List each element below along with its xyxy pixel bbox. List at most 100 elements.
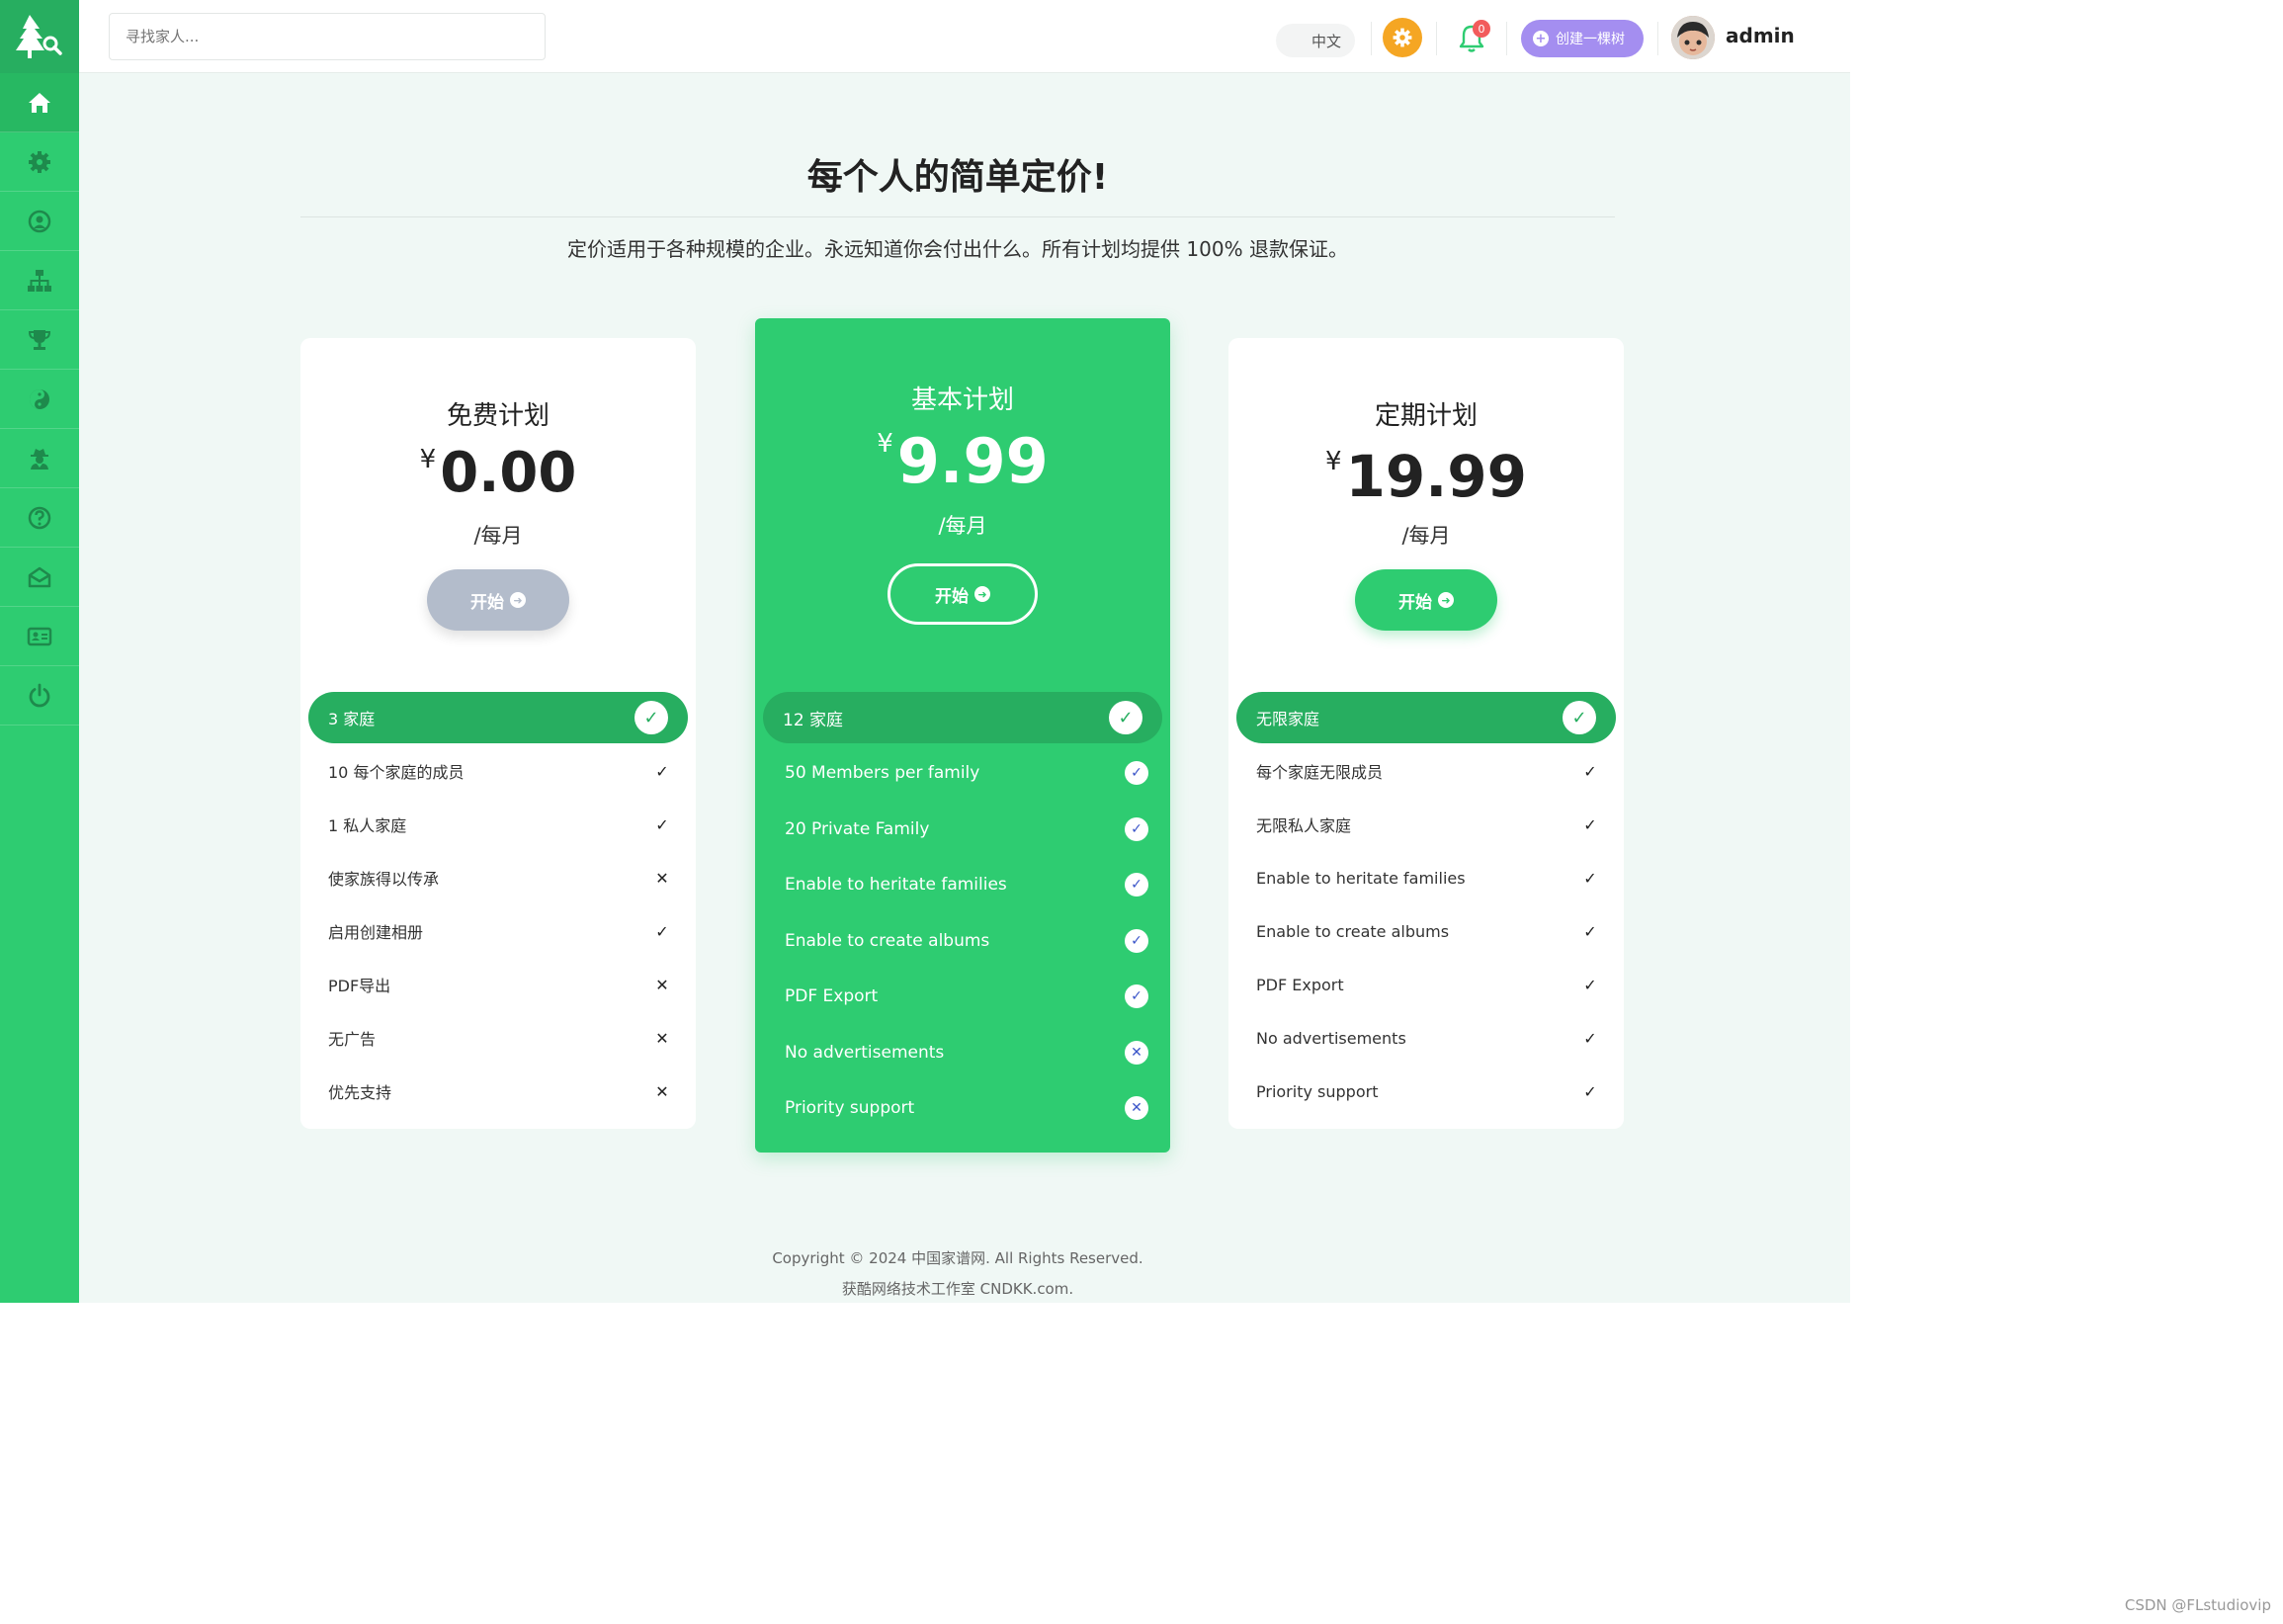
question-icon: [28, 506, 51, 529]
feature-row: Priority support ✓: [1228, 1073, 1624, 1109]
check-icon: ✓: [1583, 921, 1597, 941]
check-icon: ✓: [655, 814, 669, 834]
feature-label: No advertisements: [785, 1043, 945, 1063]
start-button[interactable]: 开始 ➜: [888, 563, 1038, 625]
feature-label: 每个家庭无限成员: [1256, 763, 1384, 782]
feature-label: Enable to create albums: [1256, 921, 1450, 941]
feature-label: Enable to heritate families: [785, 875, 1007, 895]
cross-circle-icon: ✕: [1125, 1041, 1148, 1065]
pricing-card-free: 免费计划 ¥0.00 /每月 开始 ➜ 3 家庭 ✓ 10 每个家庭的成员 ✓ 1 私…: [300, 338, 696, 1129]
feature-label: PDF Export: [785, 986, 879, 1006]
language-switcher[interactable]: 中文: [1276, 24, 1355, 57]
plan-price: ¥19.99: [1228, 443, 1624, 510]
pricing-card-basic: 基本计划 ¥9.99 /每月 开始 ➜ 12 家庭 ✓ 50 Members per…: [755, 318, 1170, 1153]
create-tree-button[interactable]: + 创建一棵树: [1521, 20, 1644, 57]
feature-row: 1 私人家庭 ✓: [300, 807, 696, 842]
sidebar-item-profile[interactable]: [0, 192, 79, 251]
sidebar-item-home[interactable]: [0, 73, 79, 132]
start-label: 开始: [1398, 592, 1432, 613]
check-circle-icon: ✓: [634, 701, 668, 734]
feature-label: Priority support: [1256, 1081, 1379, 1101]
feature-label: Priority support: [785, 1098, 915, 1118]
feature-row: Priority support ✕: [755, 1088, 1170, 1128]
price-value: 0.00: [440, 441, 577, 505]
sidebar-item-balance[interactable]: [0, 370, 79, 429]
plan-name: 基本计划: [910, 385, 1014, 415]
username[interactable]: admin: [1726, 24, 1795, 47]
footer-credit[interactable]: 获酷网络技术工作室 CNDKK.com.: [300, 1278, 1615, 1299]
feature-label: 12 家庭: [783, 710, 844, 730]
start-label: 开始: [470, 592, 504, 613]
pricing-card-regular: 定期计划 ¥19.99 /每月 开始 ➜ 无限家庭 ✓ 每个家庭无限成员 ✓ 无限私人…: [1228, 338, 1624, 1129]
start-button[interactable]: 开始 ➜: [1355, 569, 1497, 631]
sidebar-item-awards[interactable]: [0, 310, 79, 370]
cross-icon: ✕: [655, 868, 669, 888]
tree-search-logo-icon: [16, 15, 62, 58]
feature-row: PDF导出 ✕: [300, 967, 696, 1002]
divider: [1436, 22, 1437, 55]
check-circle-icon: ✓: [1109, 701, 1142, 734]
search-input[interactable]: [109, 13, 546, 60]
app-frame: 中文 0 + 创建一棵树 admin 每个人的简单定价! 定价适用于各种规模的企: [0, 0, 1850, 1303]
check-icon: ✓: [1583, 975, 1597, 994]
feature-row: PDF Export ✓: [755, 977, 1170, 1016]
plan-price: ¥0.00: [300, 441, 696, 505]
check-icon: ✓: [1583, 761, 1597, 781]
sidebar-item-contacts[interactable]: [0, 607, 79, 666]
plus-icon: +: [1533, 31, 1549, 46]
logo[interactable]: [0, 0, 79, 73]
feature-label: No advertisements: [1256, 1028, 1406, 1048]
sidebar-item-logout[interactable]: [0, 666, 79, 726]
sidebar-item-messages[interactable]: [0, 548, 79, 607]
feature-row: Enable to heritate families ✓: [1228, 860, 1624, 896]
divider: [1657, 22, 1658, 55]
feature-row: Enable to create albums ✓: [755, 921, 1170, 961]
id-card-icon: [27, 627, 52, 645]
plan-name: 定期计划: [1374, 401, 1478, 431]
feature-label: 3 家庭: [328, 710, 376, 728]
check-circle-icon: ✓: [1125, 929, 1148, 953]
arrow-circle-right-icon: ➜: [1438, 592, 1454, 608]
check-icon: ✓: [1583, 1081, 1597, 1101]
start-button[interactable]: 开始 ➜: [427, 569, 569, 631]
feature-row: 使家族得以传承 ✕: [300, 860, 696, 896]
start-label: 开始: [935, 586, 969, 607]
check-icon: ✓: [1583, 868, 1597, 888]
feature-label: 10 每个家庭的成员: [328, 763, 465, 782]
feature-label: 1 私人家庭: [328, 816, 407, 835]
feature-row: 12 家庭 ✓: [763, 692, 1162, 743]
settings-button[interactable]: [1383, 18, 1422, 57]
sidebar-item-privacy[interactable]: [0, 429, 79, 488]
sidebar-item-tree[interactable]: [0, 251, 79, 310]
feature-label: 20 Private Family: [785, 819, 930, 839]
feature-row: 无广告 ✕: [300, 1020, 696, 1056]
feature-row: Enable to create albums ✓: [1228, 913, 1624, 949]
sidebar-item-help[interactable]: [0, 488, 79, 548]
plan-period: /每月: [473, 524, 523, 548]
currency-symbol: ¥: [877, 429, 893, 459]
sitemap-icon: [28, 269, 51, 292]
feature-label: 无广告: [328, 1030, 377, 1049]
sidebar-item-settings[interactable]: [0, 132, 79, 192]
avatar[interactable]: [1671, 16, 1715, 59]
feature-row: PDF Export ✓: [1228, 967, 1624, 1002]
watermark: CSDN @FLstudiovip: [2124, 1596, 2271, 1614]
avatar-image: [1671, 16, 1715, 59]
feature-row: Enable to heritate families ✓: [755, 865, 1170, 904]
feature-row: 无限私人家庭 ✓: [1228, 807, 1624, 842]
gear-icon: [1393, 28, 1412, 47]
cross-icon: ✕: [655, 1028, 669, 1048]
currency-symbol: ¥: [419, 445, 437, 474]
trophy-icon: [28, 329, 51, 350]
feature-label: 使家族得以传承: [328, 870, 440, 889]
home-icon: [29, 92, 50, 113]
arrow-circle-right-icon: ➜: [510, 592, 526, 608]
yin-yang-icon: [30, 388, 49, 409]
power-icon: [29, 683, 50, 707]
gear-icon: [29, 150, 50, 173]
check-circle-icon: ✓: [1563, 701, 1596, 734]
feature-row: No advertisements ✕: [755, 1033, 1170, 1072]
cross-circle-icon: ✕: [1125, 1096, 1148, 1120]
feature-label: 无限私人家庭: [1256, 816, 1352, 835]
plan-period: /每月: [938, 514, 987, 538]
